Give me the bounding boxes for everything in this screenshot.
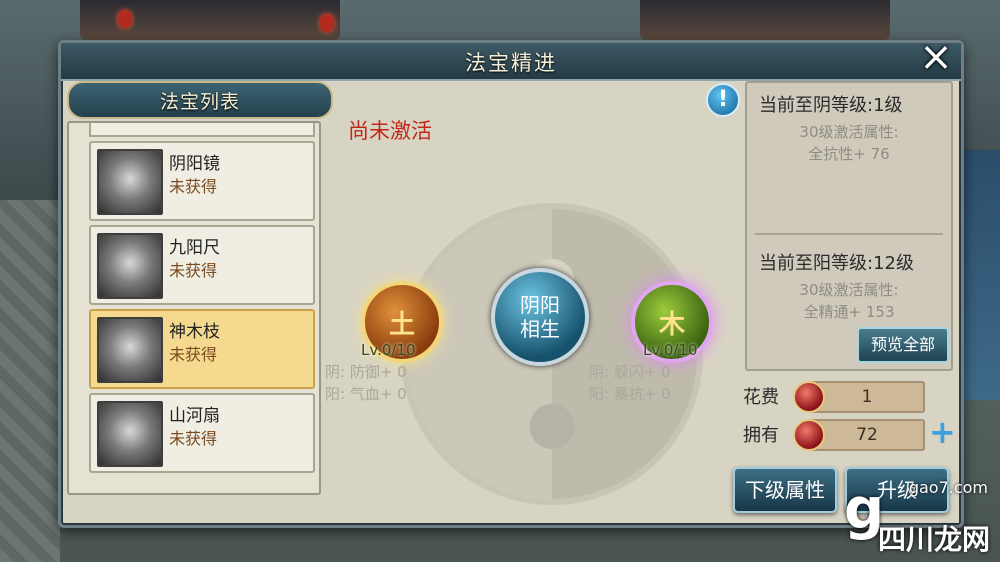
- item-status: 未获得: [169, 429, 218, 448]
- add-currency-icon[interactable]: +: [929, 416, 956, 448]
- item-status: 未获得: [169, 261, 218, 280]
- list-item[interactable]: 山河扇 未获得: [89, 393, 315, 473]
- item-status: 未获得: [169, 345, 218, 364]
- background-lantern: [320, 14, 334, 32]
- currency-icon: [793, 381, 825, 413]
- item-status: 未获得: [169, 177, 218, 196]
- item-name: 神木枝: [169, 322, 220, 342]
- item-name: 山河扇: [169, 406, 220, 426]
- item-name: 阴阳镜: [169, 154, 220, 174]
- currency-icon: [793, 419, 825, 451]
- yinyang-center-button[interactable]: 阴阳 相生: [491, 268, 589, 366]
- activation-status: 尚未激活: [348, 119, 432, 143]
- close-icon[interactable]: ×: [916, 37, 956, 77]
- yin-level-title: 当前至阴等级:1级: [759, 95, 903, 116]
- next-attributes-button[interactable]: 下级属性: [733, 467, 837, 513]
- watermark-brand: 四川龙网: [877, 523, 990, 556]
- earth-yang-stat: 阳: 气血+ 0: [325, 385, 407, 403]
- list-header: 法宝列表: [67, 81, 333, 119]
- window-title: 法宝精进: [465, 51, 557, 75]
- background-roof: [640, 0, 890, 40]
- flower-branch-icon: [97, 317, 163, 383]
- list-item-partial[interactable]: [89, 123, 315, 137]
- cost-label: 花费: [743, 387, 779, 408]
- center-orb-line2: 相生: [520, 317, 560, 341]
- divider: [755, 233, 943, 235]
- title-bar: 法宝精进: [61, 43, 961, 81]
- treasure-list[interactable]: 阴阳镜 未获得 九阳尺 未获得 神木枝 未获得 山河扇 未获得: [67, 121, 321, 495]
- item-name: 九阳尺: [169, 238, 220, 258]
- own-value: 72: [809, 419, 925, 451]
- preview-all-button[interactable]: 预览全部: [857, 327, 949, 363]
- cost-value: 1: [809, 381, 925, 413]
- watermark: g gao7.com 四川龙网: [844, 478, 994, 558]
- wood-level: Lv.0/10: [643, 341, 698, 359]
- background-floor: [0, 200, 60, 562]
- list-item[interactable]: 九阳尺 未获得: [89, 225, 315, 305]
- wood-glyph: 木: [658, 309, 685, 340]
- yin-sub-label: 30级激活属性:: [799, 123, 899, 141]
- level-info-box: 当前至阴等级:1级 30级激活属性: 全抗性+ 76 当前至阳等级:12级 30…: [745, 81, 953, 371]
- ruler-icon: [97, 233, 163, 299]
- magic-treasure-panel: 法宝精进 × 阴阳镜 未获得 九阳尺 未获得 神木枝 未获得 山河扇 未获得 法…: [58, 37, 964, 528]
- fan-icon: [97, 401, 163, 467]
- list-item-selected[interactable]: 神木枝 未获得: [89, 309, 315, 389]
- info-icon[interactable]: !: [706, 83, 740, 117]
- center-orb-line1: 阴阳: [520, 293, 560, 317]
- mirror-icon: [97, 149, 163, 215]
- list-item[interactable]: 阴阳镜 未获得: [89, 141, 315, 221]
- list-header-title: 法宝列表: [159, 91, 240, 113]
- earth-yin-stat: 阴: 防御+ 0: [325, 363, 407, 381]
- yang-sub-value: 全精通+ 153: [803, 303, 895, 321]
- yin-sub-value: 全抗性+ 76: [808, 145, 890, 163]
- own-label: 拥有: [743, 425, 779, 446]
- wood-yin-stat: 阴: 躲闪+ 0: [589, 363, 671, 381]
- earth-glyph: 土: [388, 309, 415, 340]
- background-lantern: [118, 10, 132, 28]
- yang-sub-label: 30级激活属性:: [799, 281, 899, 299]
- yang-level-title: 当前至阳等级:12级: [759, 253, 914, 274]
- watermark-site: gao7.com: [908, 478, 988, 497]
- wood-yang-stat: 阳: 暴抗+ 0: [589, 385, 671, 403]
- earth-level: Lv.0/10: [361, 341, 416, 359]
